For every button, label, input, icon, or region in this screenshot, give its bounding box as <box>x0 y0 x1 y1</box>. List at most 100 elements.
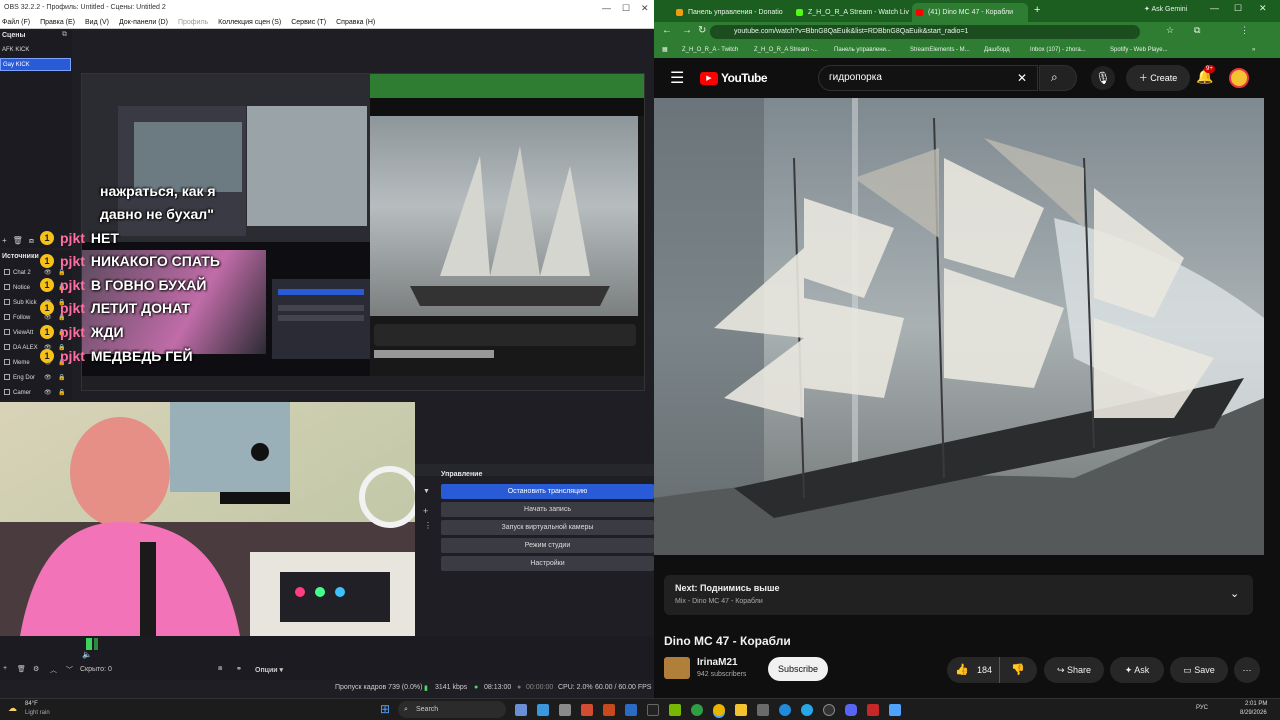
word-icon[interactable] <box>625 704 637 716</box>
options-button[interactable]: Опции ▾ <box>255 666 283 674</box>
filter-icon[interactable]: ⧈ <box>218 665 222 673</box>
add-icon[interactable]: + <box>3 665 7 672</box>
share-button[interactable]: ↪ Share <box>1044 657 1104 683</box>
bookmark-item[interactable]: Панель управлени... <box>834 42 891 58</box>
menu-edit[interactable]: Правка (E) <box>40 16 75 28</box>
chevron-down-icon[interactable]: ﹀ <box>66 665 73 675</box>
spotify-icon[interactable] <box>691 704 703 716</box>
source-item[interactable]: Camer 👁 🔒 <box>0 386 71 400</box>
clear-search-icon[interactable]: ✕ <box>1017 66 1027 90</box>
tab-twitch[interactable]: Z_H_O_R_A Stream - Watch Liv <box>792 3 910 22</box>
like-button[interactable]: 👍 <box>955 657 969 683</box>
avatar[interactable] <box>1229 68 1249 88</box>
create-button[interactable]: ＋ Create <box>1126 65 1190 91</box>
undock-icon[interactable]: ⧉ <box>62 31 67 39</box>
menu-file[interactable]: Файл (F) <box>2 16 30 28</box>
visibility-eye-icon[interactable]: 👁 <box>44 371 52 385</box>
visibility-eye-icon[interactable]: 👁 <box>44 386 52 400</box>
minimize-icon[interactable]: — <box>1210 3 1219 13</box>
menu-scene-collection[interactable]: Коллекция сцен (S) <box>218 16 281 28</box>
steam-icon[interactable] <box>779 704 791 716</box>
studio-mode-button[interactable]: Режим студии <box>441 538 654 553</box>
hamburger-menu-icon[interactable]: ☰ <box>670 68 684 88</box>
chevron-down-icon[interactable]: ⌄ <box>1230 587 1239 600</box>
bookmark-item[interactable]: StreamElements - M... <box>910 42 970 58</box>
filter-icon[interactable]: ⧈ <box>29 236 34 246</box>
scene-item[interactable]: AFK KICK <box>0 44 71 57</box>
menu-tools[interactable]: Сервис (T) <box>291 16 326 28</box>
source-item[interactable]: Eng Dor 👁 🔒 <box>0 371 71 385</box>
app-icon[interactable] <box>889 704 901 716</box>
nvidia-icon[interactable] <box>669 704 681 716</box>
new-tab-icon[interactable]: + <box>1034 4 1040 16</box>
link-icon[interactable]: ⚭ <box>236 665 242 673</box>
obs-icon[interactable] <box>823 704 835 716</box>
channel-name[interactable]: IrinaM21 <box>697 657 738 668</box>
menu-dots-icon[interactable]: ⋮ <box>1240 25 1249 36</box>
close-icon[interactable]: ✕ <box>1259 3 1267 14</box>
chrome-icon[interactable] <box>713 704 725 716</box>
app-icon[interactable] <box>603 704 615 716</box>
menu-docks[interactable]: Док-панели (D) <box>119 16 168 28</box>
video-player[interactable] <box>654 98 1264 555</box>
language-indicator[interactable]: РУС <box>1196 705 1208 711</box>
gear-icon[interactable]: ⚙ <box>33 665 39 673</box>
taskbar-search[interactable]: ⌕ Search <box>398 701 506 718</box>
menu-help[interactable]: Справка (H) <box>336 16 375 28</box>
youtube-logo[interactable]: ▶ YouTube <box>700 71 768 85</box>
maximize-icon[interactable]: ☐ <box>622 0 630 16</box>
scene-item-selected[interactable]: Gay KICK <box>0 58 71 71</box>
star-icon[interactable]: ☆ <box>1166 25 1174 36</box>
bookmark-item[interactable]: Дашборд <box>984 42 1010 58</box>
minimize-icon[interactable]: — <box>602 0 611 16</box>
store-icon[interactable] <box>559 704 571 716</box>
office-icon[interactable] <box>581 704 593 716</box>
up-next-card[interactable]: Next: Поднимись выше Mix - Dino MC 47 - … <box>664 575 1253 615</box>
terminal-icon[interactable] <box>647 704 659 716</box>
more-vertical-icon[interactable]: ⋮ <box>424 521 432 530</box>
forward-icon[interactable]: → <box>682 25 692 36</box>
bookmark-item[interactable]: Inbox (107) - zhora... <box>1030 42 1086 58</box>
discord-icon[interactable] <box>845 704 857 716</box>
app-icon[interactable] <box>867 704 879 716</box>
youtube-search-input[interactable]: гидропорка ✕ <box>818 65 1038 91</box>
tab-donation[interactable]: Панель управления - Donatio <box>672 3 790 22</box>
virtual-camera-button[interactable]: Запуск виртуальной камеры <box>441 520 654 535</box>
reload-icon[interactable]: ↻ <box>698 25 706 36</box>
stop-stream-button[interactable]: Остановить трансляцию <box>441 484 654 499</box>
clock-time[interactable]: 2:01 PM <box>1245 701 1267 707</box>
ask-button[interactable]: ✦ Ask <box>1110 657 1164 683</box>
subscribe-button[interactable]: Subscribe <box>768 657 828 681</box>
maximize-icon[interactable]: ☐ <box>1234 3 1242 14</box>
search-button[interactable]: ⌕ <box>1039 65 1077 91</box>
plus-icon[interactable]: + <box>423 506 428 516</box>
ask-gemini-button[interactable]: ✦ Ask Gemini <box>1144 5 1187 13</box>
edge-icon[interactable] <box>537 704 549 716</box>
channel-avatar[interactable] <box>664 657 690 679</box>
more-actions-icon[interactable]: ⋯ <box>1234 657 1260 683</box>
back-icon[interactable]: ← <box>662 25 672 36</box>
bookmark-item[interactable]: Z_H_O_R_A - Twitch <box>682 42 738 58</box>
trash-icon[interactable]: 🗑 <box>13 236 23 246</box>
start-recording-button[interactable]: Начать запись <box>441 502 654 517</box>
chevron-up-icon[interactable]: ︿ <box>50 665 57 675</box>
apps-icon[interactable]: ▦ <box>662 42 668 58</box>
menu-view[interactable]: Вид (V) <box>85 16 109 28</box>
microphone-icon[interactable]: 🎙 <box>1091 66 1115 90</box>
telegram-icon[interactable] <box>801 704 813 716</box>
windows-start-icon[interactable]: ⊞ <box>380 702 390 716</box>
dislike-button[interactable]: 👎 <box>1011 657 1025 683</box>
save-button[interactable]: ▭ Save <box>1170 657 1228 683</box>
tab-youtube[interactable]: (41) Dino MC 47 - Корабли <box>912 3 1028 22</box>
address-bar[interactable]: youtube.com/watch?v=BbnG8QaEuik&list=RDB… <box>710 25 1140 39</box>
extensions-icon[interactable]: ⧉ <box>1194 25 1200 36</box>
menu-profile[interactable]: Профиль <box>178 16 208 28</box>
lock-icon[interactable]: 🔒 <box>58 371 65 385</box>
clock-date[interactable]: 8/29/2026 <box>1240 710 1267 716</box>
bookmark-item[interactable]: Spotify - Web Playe... <box>1110 42 1168 58</box>
settings-button[interactable]: Настройки <box>441 556 654 571</box>
lock-icon[interactable]: 🔒 <box>58 386 65 400</box>
more-bookmarks-icon[interactable]: » <box>1252 42 1255 58</box>
settings-icon[interactable] <box>757 704 769 716</box>
chevron-down-icon[interactable]: ▼ <box>423 488 430 495</box>
